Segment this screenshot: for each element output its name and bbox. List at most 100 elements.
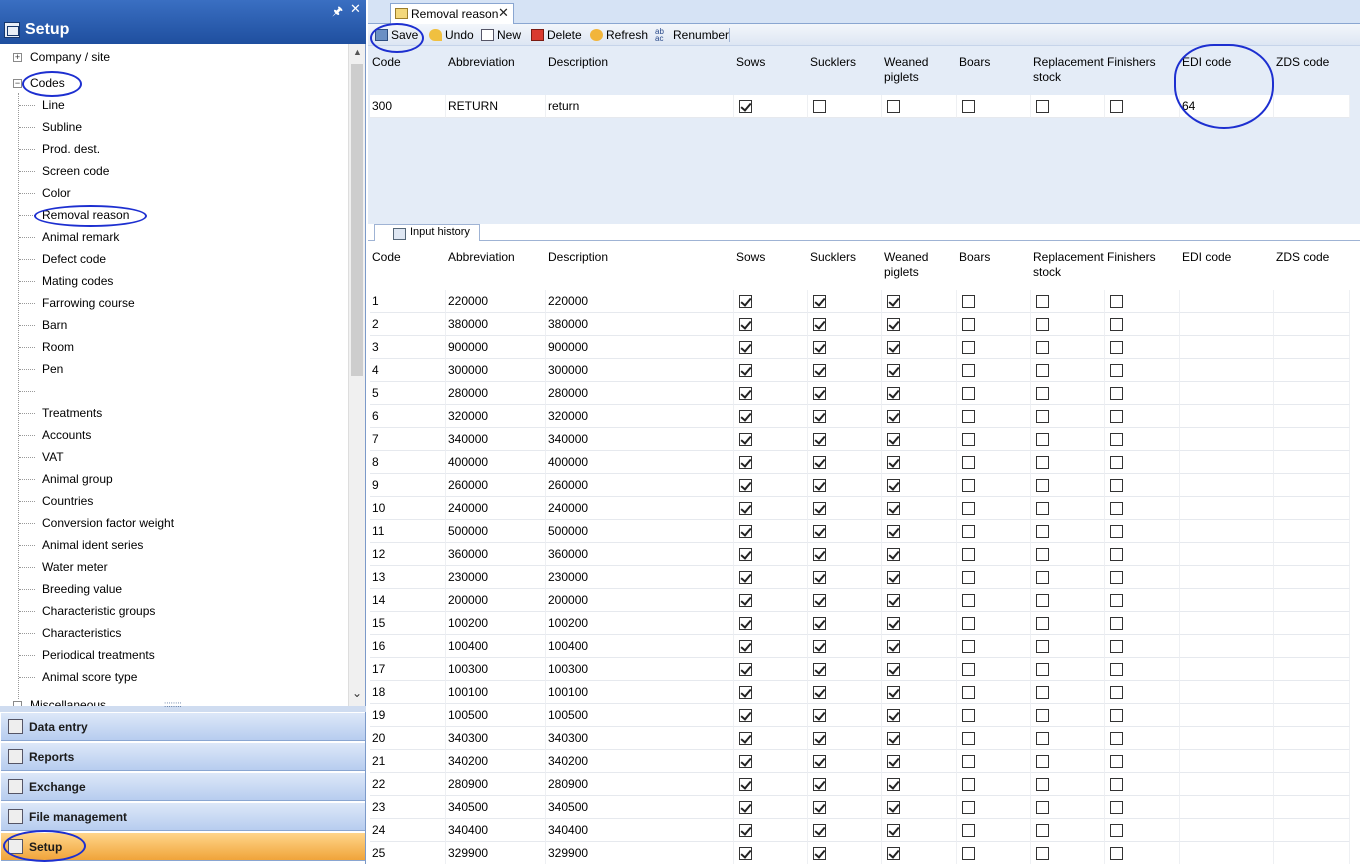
cell-zds-code[interactable] (1274, 704, 1350, 727)
history-header-sucklers[interactable]: Sucklers (810, 250, 882, 282)
cell-zds-code[interactable] (1274, 405, 1350, 428)
replacement-checkbox[interactable] (1036, 525, 1049, 538)
weaned-checkbox[interactable] (887, 548, 900, 561)
cell-description[interactable]: 340000 (546, 428, 734, 451)
cell-description[interactable]: 100300 (546, 658, 734, 681)
cell-edi-code[interactable] (1180, 842, 1274, 864)
weaned-checkbox[interactable] (887, 686, 900, 699)
cell-abbreviation[interactable]: 340500 (446, 796, 546, 819)
replacement-checkbox[interactable] (1036, 341, 1049, 354)
sucklers-checkbox[interactable] (813, 640, 826, 653)
tree-item-barn[interactable]: Barn (42, 316, 67, 334)
finishers-checkbox[interactable] (1110, 479, 1123, 492)
sucklers-checkbox[interactable] (813, 732, 826, 745)
tree-item-defect-code[interactable]: Defect code (42, 250, 106, 268)
boars-checkbox[interactable] (962, 709, 975, 722)
cell-abbreviation[interactable]: 329900 (446, 842, 546, 864)
sows-checkbox[interactable] (739, 732, 752, 745)
cell-abbreviation[interactable]: 240000 (446, 497, 546, 520)
cell-edi-code[interactable] (1180, 313, 1274, 336)
cell-description[interactable]: 100100 (546, 681, 734, 704)
cell-code[interactable]: 3 (370, 336, 446, 359)
sows-checkbox[interactable] (739, 755, 752, 768)
boars-checkbox[interactable] (962, 410, 975, 423)
sows-checkbox[interactable] (739, 686, 752, 699)
sucklers-checkbox[interactable] (813, 410, 826, 423)
history-row[interactable]: 10 240000 240000 (370, 497, 1350, 520)
replacement-checkbox[interactable] (1036, 686, 1049, 699)
replacement-checkbox[interactable] (1036, 433, 1049, 446)
cell-description[interactable]: 500000 (546, 520, 734, 543)
cell-code[interactable]: 15 (370, 612, 446, 635)
cell-description[interactable]: 100400 (546, 635, 734, 658)
edit-header-weaned-piglets[interactable]: Weaned piglets (884, 55, 957, 87)
tree-expander-icon[interactable]: + (13, 53, 22, 62)
tree-item-screen-code[interactable]: Screen code (42, 162, 109, 180)
cell-edi-code[interactable] (1180, 359, 1274, 382)
tree-item-accounts[interactable]: Accounts (42, 426, 91, 444)
tab-removal-reason[interactable]: Removal reason ✕ (390, 3, 514, 24)
sows-checkbox[interactable] (739, 364, 752, 377)
cell-edi-code[interactable] (1180, 612, 1274, 635)
refresh-button[interactable]: Refresh (590, 26, 648, 44)
sucklers-checkbox[interactable] (813, 318, 826, 331)
cell-code[interactable]: 2 (370, 313, 446, 336)
tree-item-animal-ident-series[interactable]: Animal ident series (42, 536, 143, 554)
cell-zds-code[interactable] (1274, 336, 1350, 359)
boars-checkbox[interactable] (962, 341, 975, 354)
replacement-checkbox[interactable] (1036, 709, 1049, 722)
cell-code[interactable]: 9 (370, 474, 446, 497)
boars-checkbox[interactable] (962, 755, 975, 768)
history-row[interactable]: 4 300000 300000 (370, 359, 1350, 382)
tab-close-icon[interactable]: ✕ (498, 5, 509, 21)
cell-zds-code[interactable] (1274, 796, 1350, 819)
replacement-checkbox[interactable] (1036, 410, 1049, 423)
sows-checkbox[interactable] (739, 341, 752, 354)
history-row[interactable]: 1 220000 220000 (370, 290, 1350, 313)
finishers-checkbox[interactable] (1110, 571, 1123, 584)
sows-checkbox[interactable] (739, 847, 752, 860)
history-row[interactable]: 20 340300 340300 (370, 727, 1350, 750)
sucklers-checkbox[interactable] (813, 801, 826, 814)
cell-zds-code[interactable] (1274, 359, 1350, 382)
cell-abbreviation[interactable]: 320000 (446, 405, 546, 428)
replacement-checkbox[interactable] (1036, 364, 1049, 377)
tree-item-vat[interactable]: VAT (42, 448, 64, 466)
replacement-checkbox[interactable] (1036, 456, 1049, 469)
finishers-checkbox[interactable] (1110, 318, 1123, 331)
cell-abbreviation[interactable]: 200000 (446, 589, 546, 612)
sows-checkbox[interactable] (739, 318, 752, 331)
tree-item-subline[interactable]: Subline (42, 118, 82, 136)
finishers-checkbox[interactable] (1110, 617, 1123, 630)
cell-description[interactable]: 260000 (546, 474, 734, 497)
cell-abbreviation[interactable]: 360000 (446, 543, 546, 566)
weaned-checkbox[interactable] (887, 709, 900, 722)
cell-code[interactable]: 12 (370, 543, 446, 566)
sows-checkbox[interactable] (739, 295, 752, 308)
finishers-checkbox[interactable] (1110, 686, 1123, 699)
replacement-checkbox[interactable] (1036, 801, 1049, 814)
nav-setup-button[interactable]: Setup (1, 832, 365, 861)
cell-abbreviation[interactable]: 100300 (446, 658, 546, 681)
edit-header-edi-code[interactable]: EDI code (1182, 55, 1274, 87)
history-header-sows[interactable]: Sows (736, 250, 808, 282)
cell-description[interactable]: 329900 (546, 842, 734, 864)
tree-item-prod-dest[interactable]: Prod. dest. (42, 140, 100, 158)
history-row[interactable]: 9 260000 260000 (370, 474, 1350, 497)
tree-item-pen[interactable]: Pen (42, 360, 63, 378)
weaned-checkbox[interactable] (887, 525, 900, 538)
weaned-checkbox[interactable] (887, 801, 900, 814)
tree-item-breeding-value[interactable]: Breeding value (42, 580, 122, 598)
sucklers-checkbox[interactable] (813, 755, 826, 768)
history-row[interactable]: 6 320000 320000 (370, 405, 1350, 428)
boars-checkbox[interactable] (962, 318, 975, 331)
history-row[interactable]: 3 900000 900000 (370, 336, 1350, 359)
tree-item-animal-remark[interactable]: Animal remark (42, 228, 119, 246)
weaned-checkbox[interactable] (887, 502, 900, 515)
cell-zds-code[interactable] (1274, 497, 1350, 520)
weaned-checkbox[interactable] (887, 295, 900, 308)
cell-zds-code[interactable] (1274, 290, 1350, 313)
cell-description[interactable]: 900000 (546, 336, 734, 359)
cell-abbreviation[interactable]: 500000 (446, 520, 546, 543)
save-button[interactable]: Save (375, 26, 418, 44)
